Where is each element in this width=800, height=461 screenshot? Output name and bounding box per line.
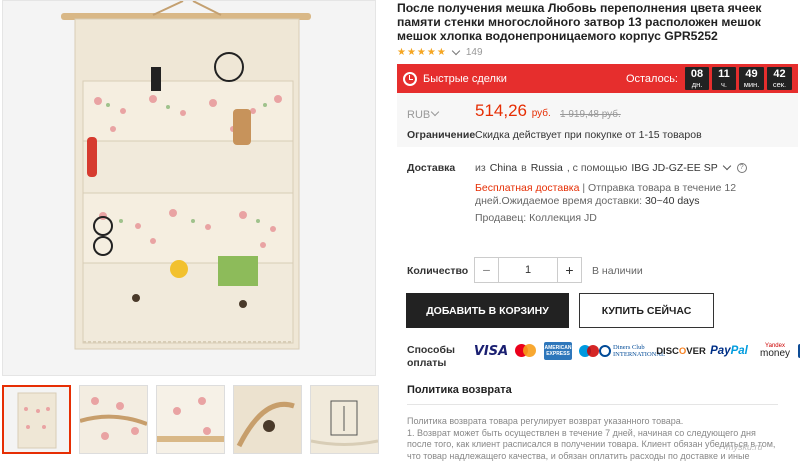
- shipping-label: Доставка: [407, 162, 456, 174]
- free-shipping: Бесплатная доставка: [475, 182, 580, 194]
- quantity-label: Количество: [407, 265, 469, 277]
- chevron-down-icon[interactable]: [451, 46, 461, 56]
- delivery-days: 30~40 days: [644, 195, 700, 207]
- mastercard-icon: [514, 342, 538, 360]
- thumbnail-strip: [2, 385, 379, 454]
- return-policy-text: Политика возврата товара регулирует возв…: [407, 416, 776, 461]
- via-word: , с помощью: [566, 162, 628, 174]
- countdown-hours: 11 ч.: [712, 67, 736, 90]
- chevron-down-icon[interactable]: [722, 161, 731, 171]
- flash-deal-bar: Быстрые сделки Осталось: 08 дн. 11 ч. 49 ми…: [397, 64, 798, 93]
- shipping-info: Бесплатная доставка | Отправка товара в …: [475, 182, 797, 208]
- thumbnail-5[interactable]: [310, 385, 379, 454]
- currency-selector[interactable]: RUB: [407, 107, 441, 121]
- seller-label: Продавец:: [475, 212, 527, 224]
- diners-club-icon: Diners Club INTERNATIONAL: [599, 342, 665, 360]
- thumbnail-3[interactable]: [156, 385, 225, 454]
- ship-to: Russia: [530, 162, 563, 174]
- stock-status: В наличии: [592, 265, 643, 277]
- payment-methods-label: Способы оплаты: [407, 344, 455, 369]
- seller-name[interactable]: Коллекция JD: [529, 212, 597, 224]
- maestro-icon: [578, 342, 602, 360]
- time-remaining-label: Осталось:: [625, 72, 678, 85]
- current-price: 514,26 руб.: [475, 101, 551, 120]
- quantity-plus-button[interactable]: +: [557, 258, 581, 282]
- from-word: из: [475, 162, 486, 174]
- thumbnail-2[interactable]: [79, 385, 148, 454]
- product-title: После получения мешка Любовь переполнени…: [397, 1, 762, 43]
- limit-text: Скидка действует при покупке от 1-15 тов…: [475, 129, 702, 141]
- paypal-icon: Pay Pal: [710, 345, 748, 357]
- review-count[interactable]: 149: [466, 47, 483, 58]
- countdown-minutes: 49 мин.: [739, 67, 764, 90]
- flash-deal-label: Быстрые сделки: [423, 72, 507, 85]
- visa-icon: VISA: [473, 343, 509, 359]
- quantity-input[interactable]: 1: [499, 258, 557, 282]
- hanging-organizer-image: [3, 1, 375, 375]
- shipping-selector[interactable]: из China в Russia , с помощью IBG JD-GZ-…: [475, 161, 747, 174]
- limit-label: Ограничение: [407, 129, 476, 141]
- thumbnail-1[interactable]: [2, 385, 71, 454]
- divider: [407, 404, 778, 405]
- watermark: mysku.ru: [726, 442, 763, 452]
- star-rating-icon: ★★★★★: [397, 47, 447, 58]
- seller-info: Продавец: Коллекция JD: [475, 212, 597, 224]
- separator: |: [582, 182, 586, 194]
- chevron-down-icon[interactable]: [430, 107, 440, 117]
- to-word: в: [521, 162, 527, 174]
- price-box: RUB 514,26 руб. 1 919,48 руб. Ограничени…: [397, 93, 798, 147]
- buy-now-button[interactable]: КУПИТЬ СЕЙЧАС: [579, 293, 714, 328]
- help-icon[interactable]: ?: [736, 163, 747, 173]
- add-to-cart-button[interactable]: ДОБАВИТЬ В КОРЗИНУ: [406, 293, 569, 328]
- quantity-minus-button[interactable]: −: [475, 258, 499, 282]
- return-policy-title: Политика возврата: [407, 384, 512, 396]
- ship-from: China: [489, 162, 518, 174]
- alarm-clock-icon: [403, 71, 417, 86]
- countdown-seconds: 42 сек.: [767, 67, 792, 90]
- discover-icon: DISC O VER: [656, 345, 706, 357]
- quantity-stepper: − 1 +: [474, 257, 582, 283]
- thumbnail-4[interactable]: [233, 385, 302, 454]
- payment-icons: VISA AMERICAN EXPRESS Diners Club INTERN…: [474, 342, 800, 360]
- old-price: 1 919,48 руб.: [560, 109, 621, 120]
- yandex-money-icon: Yandex money: [759, 343, 790, 359]
- main-product-image[interactable]: [2, 0, 376, 376]
- rating-row[interactable]: ★★★★★ 149: [397, 46, 483, 58]
- shipping-method[interactable]: IBG JD-GZ-EE SP: [631, 162, 717, 174]
- amex-icon: AMERICAN EXPRESS: [544, 342, 572, 360]
- countdown-days: 08 дн.: [685, 67, 709, 90]
